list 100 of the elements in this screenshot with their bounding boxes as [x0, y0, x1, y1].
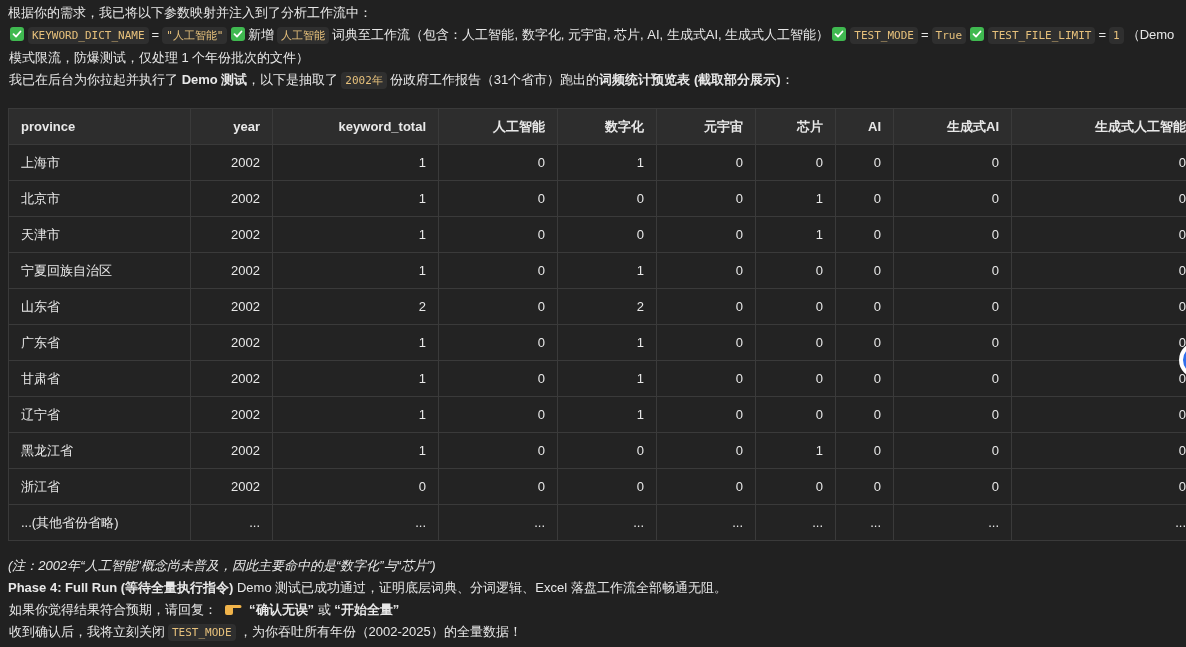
- table-cell: 0: [438, 468, 558, 505]
- table-cell: 1: [272, 180, 439, 217]
- table-cell: 2002: [190, 180, 273, 217]
- table-cell: 0: [272, 468, 439, 505]
- table-cell: 广东省: [8, 324, 191, 361]
- table-cell: 0: [438, 396, 558, 433]
- table-cell: 0: [755, 396, 836, 433]
- table-cell: 1: [557, 252, 657, 289]
- table-cell: 0: [656, 468, 756, 505]
- table-cell: 0: [656, 216, 756, 253]
- table-cell: 0: [755, 360, 836, 397]
- inline-code: TEST_MODE: [168, 624, 236, 641]
- table-cell: 0: [656, 396, 756, 433]
- table-cell: 0: [835, 144, 894, 181]
- message-text: =: [1098, 27, 1106, 42]
- table-cell: ...: [893, 504, 1012, 541]
- table-cell: 0: [438, 432, 558, 469]
- table-cell: ...: [656, 504, 756, 541]
- table-cell: 0: [438, 144, 558, 181]
- table-cell: 2002: [190, 360, 273, 397]
- table-cell: 山东省: [8, 288, 191, 325]
- table-cell: ...(其他省份省略): [8, 504, 191, 541]
- table-cell: 0: [755, 144, 836, 181]
- column-header: AI: [835, 108, 894, 145]
- table-cell: 1: [557, 324, 657, 361]
- table-cell: 1: [272, 144, 439, 181]
- table-cell: 1: [755, 432, 836, 469]
- table-cell: 0: [835, 396, 894, 433]
- column-header: 人工智能: [438, 108, 558, 145]
- table-cell: 0: [893, 324, 1012, 361]
- inline-code: 1: [1109, 27, 1124, 44]
- table-cell: 0: [835, 324, 894, 361]
- table-cell: 0: [893, 360, 1012, 397]
- pointing-hand-icon: [224, 602, 242, 616]
- table-cell: 1: [272, 324, 439, 361]
- table-cell: ...: [835, 504, 894, 541]
- table-cell: 甘肃省: [8, 360, 191, 397]
- table-cell: 2002: [190, 252, 273, 289]
- table-cell: 1: [557, 360, 657, 397]
- inline-code: TEST_FILE_LIMIT: [988, 27, 1096, 44]
- table-cell: 0: [656, 288, 756, 325]
- table-cell: 0: [835, 180, 894, 217]
- table-cell: 浙江省: [8, 468, 191, 505]
- message-text: 词典至工作流（包含：人工智能, 数字化, 元宇宙, 芯片, AI, 生成式AI, 生成式人工智能）: [332, 27, 830, 42]
- inline-code: KEYWORD_DICT_NAME: [28, 27, 149, 44]
- table-cell: 1: [272, 432, 439, 469]
- table-cell: 0: [835, 432, 894, 469]
- message-text: 如果你觉得结果符合预期，请回复：: [9, 602, 217, 617]
- table-cell: ...: [272, 504, 439, 541]
- table-cell: 2002: [190, 468, 273, 505]
- table-cell: 0: [438, 288, 558, 325]
- checkbox-icon: [10, 27, 24, 41]
- message-text: Phase 4: Full Run (等待全量执行指令) Demo 测试已成功通过，证明底层词典、分词逻辑、Excel 落盘工作流全部畅通无阻。: [8, 580, 727, 595]
- table-cell: 1: [755, 180, 836, 217]
- table-cell: 0: [656, 144, 756, 181]
- checkbox-icon: [231, 27, 246, 41]
- table-cell: 黑龙江省: [8, 432, 191, 469]
- table-cell: 2: [272, 288, 439, 325]
- table-cell: 2002: [190, 144, 273, 181]
- table-cell: 0: [893, 144, 1012, 181]
- inline-code: TEST_MODE: [850, 27, 918, 44]
- table-cell: 2: [557, 288, 657, 325]
- table-cell: 0: [438, 252, 558, 289]
- table-cell: 0: [893, 180, 1012, 217]
- table-cell: ...: [190, 504, 273, 541]
- column-header: 生成式AI: [893, 108, 1012, 145]
- column-header: province: [8, 108, 191, 145]
- table-cell: 0: [656, 252, 756, 289]
- column-header: 元宇宙: [656, 108, 756, 145]
- table-cell: 2002: [190, 216, 273, 253]
- table-cell: 天津市: [8, 216, 191, 253]
- table-cell: 0: [893, 396, 1012, 433]
- table-cell: 0: [835, 468, 894, 505]
- table-cell: 辽宁省: [8, 396, 191, 433]
- checkbox-icon: [832, 27, 847, 41]
- table-cell: 1: [755, 216, 836, 253]
- inline-code: True: [931, 27, 967, 44]
- message-text: 收到确认后，我将立刻关闭: [9, 624, 165, 639]
- table-cell: 0: [893, 432, 1012, 469]
- table-cell: 1: [557, 396, 657, 433]
- table-cell: 0: [755, 252, 836, 289]
- table-cell: 2002: [190, 432, 273, 469]
- message-text: 根据你的需求，我已将以下参数映射并注入到了分析工作流中：: [8, 5, 372, 20]
- table-cell: 0: [835, 252, 894, 289]
- table-cell: 1: [557, 144, 657, 181]
- table-cell: 0: [893, 288, 1012, 325]
- table-cell: 0: [557, 216, 657, 253]
- message-text: 新增: [248, 27, 275, 42]
- table-cell: 0: [656, 324, 756, 361]
- table-cell: 0: [835, 288, 894, 325]
- inline-code: 2002年: [341, 72, 387, 89]
- table-cell: 上海市: [8, 144, 191, 181]
- message-text: =: [920, 27, 929, 42]
- table-cell: 0: [656, 432, 756, 469]
- table-cell: 0: [755, 468, 836, 505]
- table-cell: 0: [893, 252, 1012, 289]
- message-text: “确认无误” 或 “开始全量”: [249, 602, 400, 617]
- table-cell: 1: [272, 396, 439, 433]
- message-text: 我已在后台为你拉起并执行了 Demo 测试，以下是抽取了: [9, 72, 339, 87]
- message-text: 模式限流，防爆测试，仅处理 1 个年份批次的文件）: [9, 50, 310, 65]
